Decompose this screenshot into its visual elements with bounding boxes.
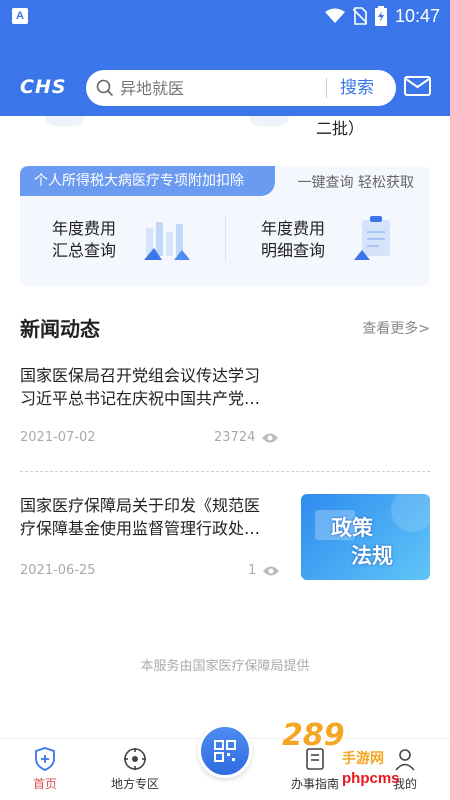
partial-icon-right — [249, 116, 289, 126]
watermark-number: 289 — [282, 718, 345, 753]
eye-icon — [263, 566, 280, 575]
site-watermark: 289 手游网 phpcms — [282, 718, 432, 798]
thumbnail-text-1: 政策 — [331, 516, 373, 540]
battery-charging-icon — [374, 6, 387, 26]
bar-chart-illustration-icon — [144, 222, 190, 260]
tab-local-zone[interactable]: 地方专区 — [95, 747, 175, 792]
annual-detail-line1: 年度费用 — [261, 219, 326, 238]
wifi-icon — [324, 8, 345, 23]
partial-icon-left — [45, 116, 85, 126]
partial-banner-text: 二批） — [316, 119, 365, 138]
shield-plus-icon — [35, 747, 55, 771]
chs-logo: CHS — [20, 76, 67, 98]
annual-summary-query[interactable]: 年度费用 汇总查询 — [52, 218, 116, 262]
news-item[interactable]: 国家医疗保障局关于印发《规范医 疗保障基金使用监督管理行政处… — [20, 494, 290, 540]
news-headline-line2: 疗保障基金使用监督管理行政处… — [20, 519, 261, 538]
tax-deduction-card: 个人所得税大病医疗专项附加扣除 一键查询 轻松获取 年度费用 汇总查询 年度费用… — [20, 166, 430, 286]
annual-summary-line1: 年度费用 — [52, 219, 117, 238]
news-headline-line1: 国家医疗保障局关于印发《规范医 — [20, 496, 261, 515]
target-icon — [124, 748, 146, 770]
card-ribbon: 个人所得税大病医疗专项附加扣除 — [20, 166, 275, 196]
search-input[interactable] — [120, 70, 306, 106]
news-views: 1 — [248, 563, 280, 578]
mail-icon[interactable] — [404, 76, 431, 96]
app-notification-icon: A — [12, 8, 28, 24]
clock: 10:47 — [394, 5, 440, 26]
news-item[interactable]: 国家医保局召开党组会议传达学习 习近平总书记在庆祝中国共产党… — [20, 364, 290, 410]
search-divider — [326, 78, 327, 98]
tab-home[interactable]: 首页 — [5, 747, 85, 792]
tab-home-label: 首页 — [32, 777, 57, 791]
card-slogan: 一键查询 轻松获取 — [297, 175, 414, 191]
document-illustration-icon — [354, 216, 390, 260]
news-divider — [20, 471, 430, 472]
watermark-brand: phpcms — [342, 770, 400, 787]
news-headline-line1: 国家医保局召开党组会议传达学习 — [20, 366, 261, 385]
thumbnail-text-2: 法规 — [351, 544, 393, 568]
news-more-link[interactable]: 查看更多> — [362, 318, 430, 338]
app-header: CHS 搜索 — [0, 32, 450, 116]
news-views-count: 1 — [248, 563, 257, 578]
tab-local-zone-label: 地方专区 — [110, 777, 159, 791]
annual-summary-line2: 汇总查询 — [52, 241, 117, 260]
news-views-count: 23724 — [214, 430, 256, 445]
annual-detail-line2: 明细查询 — [261, 241, 326, 260]
news-date: 2021-06-25 — [20, 563, 96, 578]
search-button[interactable]: 搜索 — [340, 70, 374, 106]
service-provider-note: 本服务由国家医疗保障局提供 — [140, 659, 310, 674]
status-icons: 10:47 — [324, 5, 440, 27]
qr-scan-icon — [214, 740, 236, 762]
card-divider — [225, 216, 226, 262]
news-section-title: 新闻动态 — [20, 317, 100, 341]
eye-icon — [262, 433, 279, 442]
annual-detail-query[interactable]: 年度费用 明细查询 — [261, 218, 325, 262]
search-icon — [96, 79, 114, 97]
no-sim-icon — [352, 7, 367, 25]
search-bar[interactable]: 搜索 — [86, 70, 396, 106]
policy-thumbnail[interactable]: 政策 法规 — [301, 494, 430, 580]
watermark-site: 手游网 — [342, 751, 384, 767]
news-views: 23724 — [214, 430, 279, 445]
news-date: 2021-07-02 — [20, 430, 96, 445]
status-bar: A 10:47 — [0, 0, 450, 32]
news-headline-line2: 习近平总书记在庆祝中国共产党… — [20, 389, 261, 408]
scan-qr-button[interactable] — [198, 724, 252, 778]
